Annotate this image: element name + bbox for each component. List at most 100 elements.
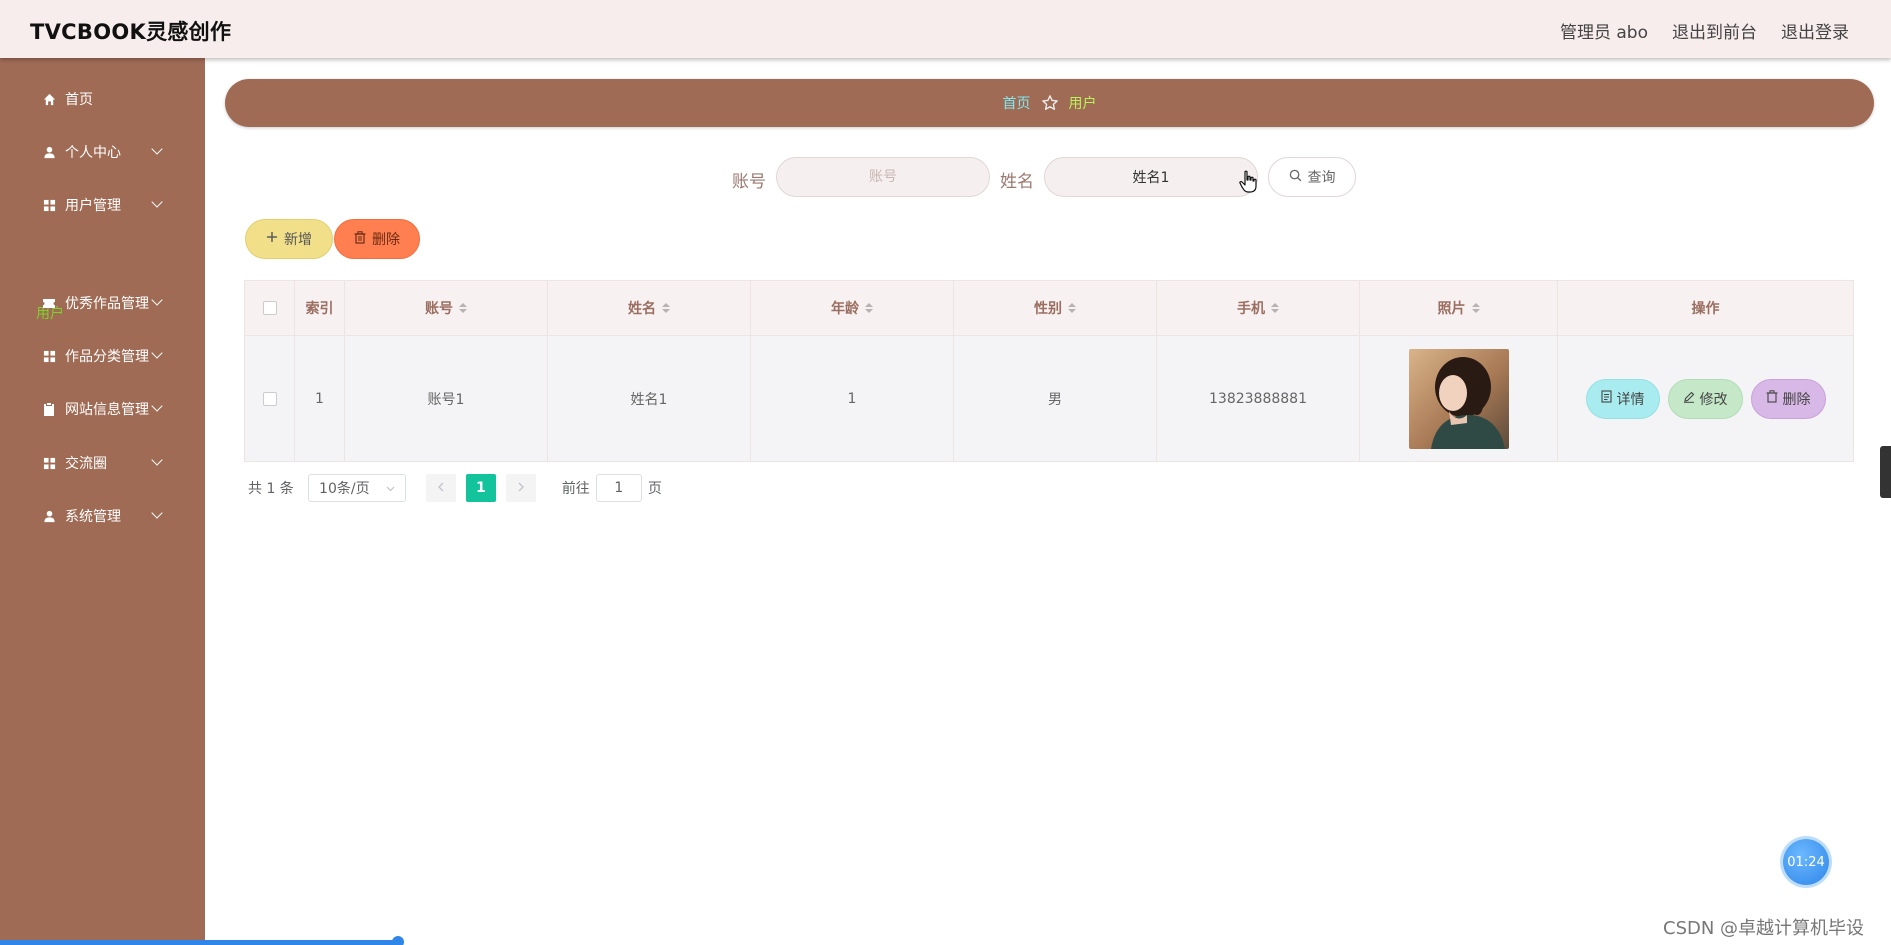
sort-icon[interactable] <box>662 303 670 313</box>
sidebar-item-system-management[interactable]: 系统管理 <box>0 501 205 531</box>
row-checkbox[interactable] <box>262 391 277 406</box>
chevron-down-icon <box>151 507 163 519</box>
admin-label: 管理员 abo <box>1559 23 1648 43</box>
edit-button-label: 修改 <box>1699 391 1728 408</box>
column-label: 索引 <box>305 301 334 317</box>
page-number-current[interactable]: 1 <box>465 474 496 502</box>
chevron-down-icon <box>151 196 163 208</box>
name-cell: 姓名1 <box>548 336 751 461</box>
chevron-down-icon <box>151 454 163 466</box>
column-header-gender[interactable]: 性别 <box>954 281 1157 335</box>
user-icon <box>42 145 56 159</box>
exit-to-front-link[interactable]: 退出到前台 <box>1672 18 1757 43</box>
video-progress-bar[interactable] <box>0 940 400 945</box>
column-label: 操作 <box>1691 301 1720 317</box>
page-size-select[interactable]: 10条/页 <box>307 474 406 502</box>
detail-button[interactable]: 详情 <box>1585 378 1660 419</box>
delete-row-label: 删除 <box>1782 391 1811 408</box>
chevron-right-icon <box>518 480 524 496</box>
name-label: 姓名 <box>1000 172 1034 192</box>
sidebar: 首页 个人中心 用户管理 用户 优秀作品管理 作品分类管理 网站信息管理 交流圈… <box>0 58 205 945</box>
sidebar-item-user-management[interactable]: 用户管理 <box>0 190 205 220</box>
goto-prefix: 前往 <box>561 481 590 497</box>
column-header-account[interactable]: 账号 <box>345 281 548 335</box>
page-size-value: 10条/页 <box>319 481 370 497</box>
edit-button[interactable]: 修改 <box>1667 378 1743 419</box>
select-all-cell <box>245 281 295 335</box>
batch-delete-button[interactable]: 删除 <box>334 219 420 259</box>
document-icon <box>1600 390 1612 407</box>
next-page-button[interactable] <box>505 474 536 502</box>
grid-icon <box>42 456 56 470</box>
row-select-cell <box>245 336 295 461</box>
batch-delete-label: 删除 <box>372 232 400 248</box>
pagination: 共 1 条 10条/页 1 前往 页 <box>248 474 662 502</box>
age-cell: 1 <box>751 336 954 461</box>
goto-suffix: 页 <box>647 481 662 497</box>
grid-icon <box>42 349 56 363</box>
star-icon <box>1041 94 1059 112</box>
breadcrumb-home[interactable]: 首页 <box>1003 93 1031 113</box>
user-icon <box>42 509 56 523</box>
trash-icon <box>1766 390 1778 407</box>
column-header-phone[interactable]: 手机 <box>1157 281 1360 335</box>
sidebar-item-category-management[interactable]: 作品分类管理 <box>0 341 205 371</box>
recording-timer[interactable]: 01:24 <box>1783 839 1829 885</box>
sidebar-item-works-management[interactable]: 优秀作品管理 <box>0 288 205 318</box>
column-header-age[interactable]: 年龄 <box>751 281 954 335</box>
sidebar-item-label: 作品分类管理 <box>65 349 149 365</box>
column-header-index: 索引 <box>295 281 345 335</box>
goto-page-input[interactable] <box>595 474 642 502</box>
watermark-text: CSDN @卓越计算机毕设 <box>1663 918 1865 939</box>
chevron-down-icon <box>151 400 163 412</box>
sidebar-item-community[interactable]: 交流圈 <box>0 448 205 478</box>
account-search-input[interactable] <box>776 157 990 197</box>
add-button[interactable]: 新增 <box>245 219 333 259</box>
logout-link[interactable]: 退出登录 <box>1781 18 1849 43</box>
sort-icon[interactable] <box>459 303 467 313</box>
sidebar-item-home[interactable]: 首页 <box>0 84 205 114</box>
column-header-actions: 操作 <box>1558 281 1853 335</box>
sort-icon[interactable] <box>1068 303 1076 313</box>
pencil-icon <box>1683 391 1695 407</box>
side-drawer-handle[interactable] <box>1880 446 1891 498</box>
sidebar-item-label: 用户管理 <box>65 198 121 214</box>
account-label: 账号 <box>732 172 766 192</box>
select-all-checkbox[interactable] <box>262 301 277 315</box>
name-search-input[interactable] <box>1044 157 1258 197</box>
clipboard-icon <box>42 402 56 416</box>
column-header-photo[interactable]: 照片 <box>1360 281 1558 335</box>
gender-cell: 男 <box>954 336 1157 461</box>
users-table: 索引 账号 姓名 年龄 性别 手机 照片 操作 1 账号1 姓名1 1 男 13… <box>244 280 1854 462</box>
sort-icon[interactable] <box>1271 303 1279 313</box>
chevron-down-icon <box>151 294 163 306</box>
prev-page-button[interactable] <box>425 474 456 502</box>
column-label: 年龄 <box>831 301 859 317</box>
column-label: 手机 <box>1237 301 1265 317</box>
chevron-down-icon <box>151 347 163 359</box>
column-header-name[interactable]: 姓名 <box>548 281 751 335</box>
sidebar-item-site-info[interactable]: 网站信息管理 <box>0 394 205 424</box>
video-progress-knob[interactable] <box>392 936 404 945</box>
actions-cell: 详情 修改 删除 <box>1558 336 1853 461</box>
query-button[interactable]: 查询 <box>1268 157 1356 197</box>
home-icon <box>42 92 56 106</box>
sort-icon[interactable] <box>865 303 873 313</box>
delete-row-button[interactable]: 删除 <box>1750 378 1826 419</box>
phone-cell: 13823888881 <box>1157 336 1360 461</box>
table-row: 1 账号1 姓名1 1 男 13823888881 详情 修改 删除 <box>245 336 1853 461</box>
index-cell: 1 <box>295 336 345 461</box>
sidebar-item-label: 首页 <box>65 92 93 108</box>
column-label: 性别 <box>1034 301 1062 317</box>
user-photo[interactable] <box>1408 348 1509 449</box>
sidebar-item-label: 个人中心 <box>65 145 121 161</box>
sidebar-item-personal-center[interactable]: 个人中心 <box>0 137 205 167</box>
hand-cursor-icon <box>1238 170 1258 194</box>
sidebar-item-label: 优秀作品管理 <box>65 296 149 312</box>
sidebar-item-label: 交流圈 <box>65 456 107 472</box>
chevron-down-icon <box>151 143 163 155</box>
sidebar-item-label: 系统管理 <box>65 509 121 525</box>
sort-icon[interactable] <box>1471 303 1480 313</box>
detail-button-label: 详情 <box>1616 391 1645 408</box>
breadcrumb: 首页 用户 <box>225 79 1874 127</box>
